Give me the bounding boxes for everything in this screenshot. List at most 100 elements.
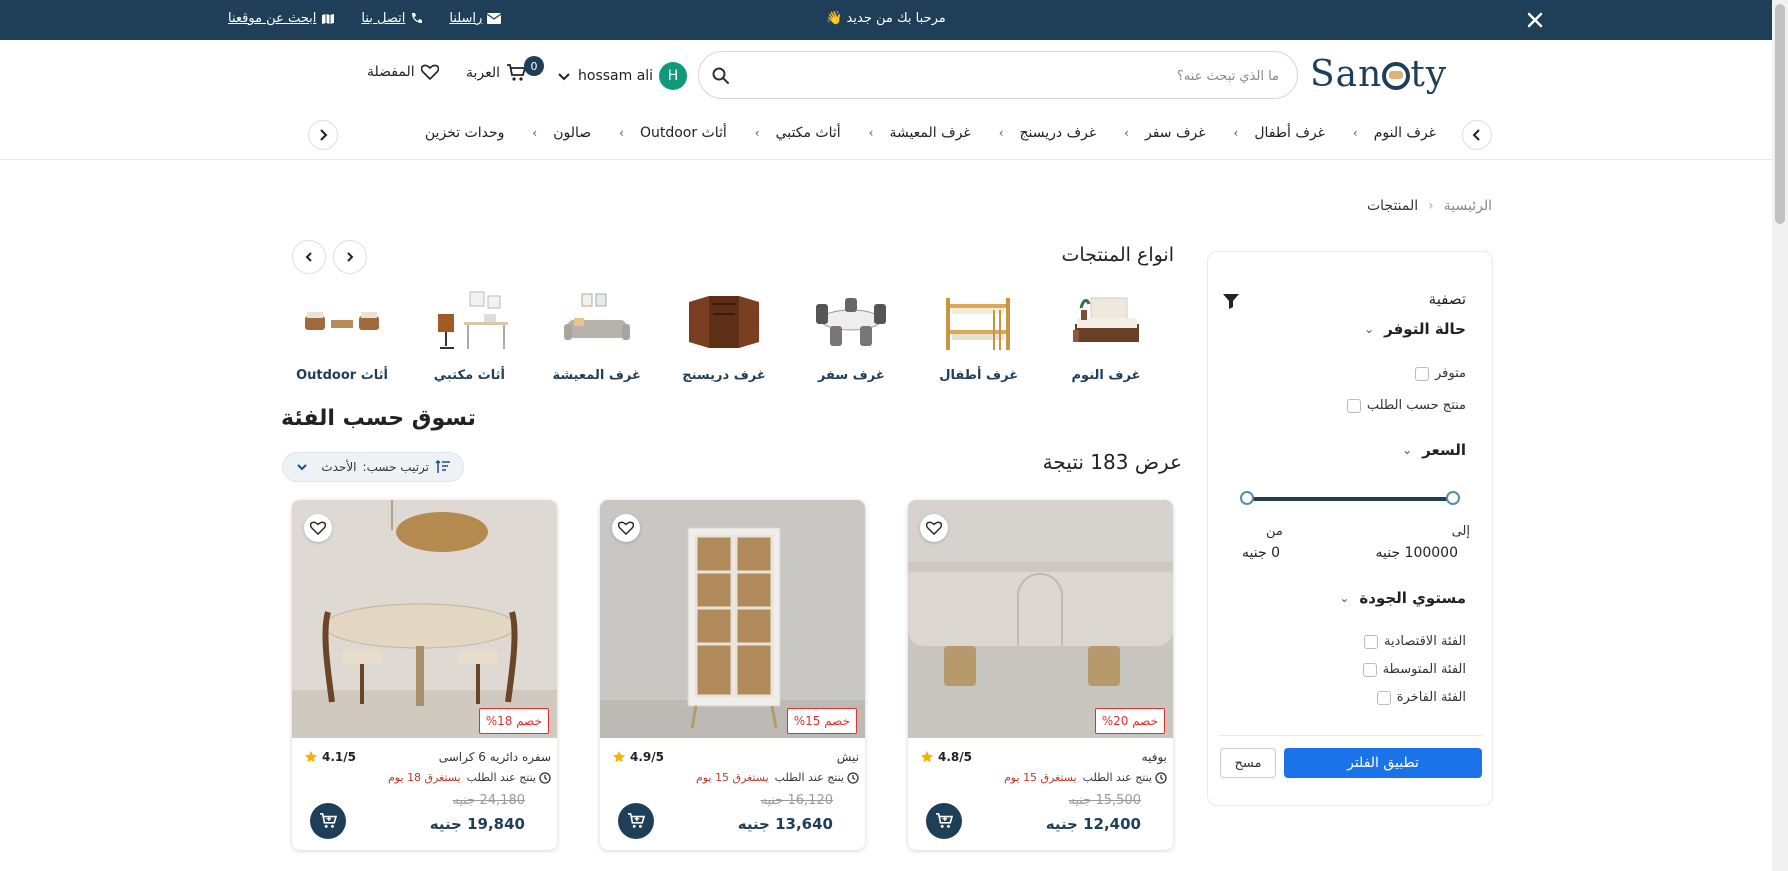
type-card-living[interactable]: غرف المعيشة — [535, 290, 659, 390]
add-to-favorites-button[interactable] — [612, 514, 640, 542]
product-name[interactable]: بوفيه — [1142, 750, 1167, 764]
discount-badge: خصم 15% — [786, 708, 857, 734]
checkbox[interactable] — [1415, 366, 1429, 381]
product-rating: 4.1/5 — [304, 750, 356, 764]
message-us-link[interactable]: راسلنا — [449, 11, 502, 26]
type-card-kids-rooms[interactable]: غرف أطفال — [917, 290, 1041, 390]
product-types-row: غرف النوم غرف أطفال غرف سفر غرف دريسنج غ… — [280, 290, 1168, 390]
product-rating: 4.9/5 — [612, 750, 664, 764]
quality-medium[interactable]: الفئة المتوسطة — [1362, 662, 1466, 677]
search-input[interactable] — [759, 64, 1279, 88]
product-image — [908, 500, 1173, 738]
product-card[interactable]: خصم 18% سفره دائريه 6 كراسى 4.1/5 ينتج ع… — [292, 500, 557, 850]
page-scrollbar[interactable] — [1772, 0, 1788, 871]
chevron-right-icon: › — [1352, 126, 1358, 140]
product-name[interactable]: نيش — [837, 750, 859, 764]
type-card-bedrooms[interactable]: غرف النوم — [1044, 290, 1168, 390]
production-info: ينتج عند الطلب يستغرق 15 يوم — [696, 771, 859, 784]
contact-us-link[interactable]: اتصل بنا — [361, 11, 423, 26]
cart-button[interactable]: العربة 0 — [466, 56, 544, 82]
star-icon — [612, 750, 626, 764]
find-location-link[interactable]: ابحث عن موقعنا — [228, 11, 335, 26]
type-card-dressing[interactable]: غرف دريسنج — [662, 290, 786, 390]
type-card-outdoor[interactable]: أثاث Outdoor — [280, 290, 404, 390]
add-to-cart-button[interactable] — [618, 803, 654, 839]
nav-item-outdoor[interactable]: أثاث Outdoor › — [619, 125, 727, 141]
nav-next-button[interactable] — [308, 120, 338, 150]
filter-icon — [1222, 292, 1240, 310]
price-section-toggle[interactable]: السعر ⌄ — [1402, 441, 1466, 459]
nav-item-bedrooms[interactable]: غرف النوم › — [1353, 125, 1436, 141]
price-range-slider[interactable] — [1240, 491, 1460, 505]
favorites-button[interactable]: المفضلة — [367, 64, 439, 80]
user-menu[interactable]: H hossam ali — [556, 62, 688, 90]
favorites-label: المفضلة — [367, 64, 415, 80]
site-logo[interactable]: San ty — [1310, 54, 1447, 95]
chevron-right-icon: › — [619, 126, 624, 140]
checkbox[interactable] — [1364, 634, 1379, 649]
scrollbar-thumb[interactable] — [1775, 4, 1785, 224]
checkbox[interactable] — [1362, 662, 1377, 677]
close-icon[interactable] — [1525, 10, 1545, 30]
old-price: 15,500 جنيه — [1068, 793, 1141, 808]
star-icon — [920, 750, 934, 764]
product-name[interactable]: سفره دائريه 6 كراسى — [439, 750, 551, 764]
breadcrumb-home[interactable]: الرئيسية — [1444, 198, 1492, 214]
quality-economy[interactable]: الفئة الاقتصادية — [1364, 634, 1466, 649]
product-card[interactable]: خصم 20% بوفيه 4.8/5 ينتج عند الطلب يستغر… — [908, 500, 1173, 850]
availability-made-to-order[interactable]: منتج حسب الطلب — [1346, 398, 1466, 413]
sort-value: الأحدث — [321, 460, 357, 474]
quality-section-toggle[interactable]: مستوي الجودة ⌄ — [1339, 589, 1466, 607]
add-to-cart-button[interactable] — [310, 803, 346, 839]
search-bar — [698, 51, 1298, 99]
search-icon[interactable] — [711, 66, 731, 86]
type-card-office[interactable]: أثاث مكتبي — [407, 290, 531, 390]
cart-plus-icon — [319, 813, 337, 829]
cart-count-badge: 0 — [524, 56, 544, 76]
nav-prev-button[interactable] — [1462, 120, 1492, 150]
shop-by-category-title: تسوق حسب الفئة — [281, 406, 476, 431]
nav-item-kids-rooms[interactable]: غرف أطفال › — [1234, 125, 1325, 141]
apply-filter-button[interactable]: تطبيق الفلتر — [1284, 748, 1482, 778]
nav-item-dining[interactable]: غرف سفر › — [1124, 125, 1205, 141]
product-card[interactable]: خصم 15% نيش 4.9/5 ينتج عند الطلب يستغرق … — [600, 500, 865, 850]
checkbox[interactable] — [1346, 398, 1361, 413]
nav-item-dressing[interactable]: غرف دريسنج › — [999, 125, 1096, 141]
nav-item-office[interactable]: أثاث مكتبي › — [755, 125, 841, 141]
star-icon — [304, 750, 318, 764]
availability-section-toggle[interactable]: حالة التوفر ⌄ — [1364, 320, 1466, 338]
announcement-bar: مرحبا بك من جديد 👋 ابحث عن موقعنا اتصل ب… — [0, 0, 1772, 40]
availability-in-stock[interactable]: متوفر — [1415, 366, 1466, 381]
kids-bed-image — [934, 290, 1024, 354]
types-next-button[interactable] — [292, 240, 326, 274]
sort-dropdown[interactable]: ترتيب حسب: الأحدث — [282, 452, 464, 482]
product-image — [600, 500, 865, 738]
chevron-down-icon — [556, 68, 572, 84]
add-to-favorites-button[interactable] — [304, 514, 332, 542]
heart-icon — [310, 521, 326, 535]
add-to-favorites-button[interactable] — [920, 514, 948, 542]
price-to-label: إلى — [1451, 524, 1470, 539]
nav-item-living[interactable]: غرف المعيشة › — [869, 125, 971, 141]
clock-icon — [1155, 771, 1167, 784]
checkbox[interactable] — [1376, 690, 1391, 705]
quality-luxury[interactable]: الفئة الفاخرة — [1376, 690, 1466, 705]
add-to-cart-button[interactable] — [926, 803, 962, 839]
clock-icon — [539, 771, 551, 784]
price-max-handle[interactable] — [1446, 491, 1460, 505]
clear-filter-button[interactable]: مسح — [1220, 748, 1276, 778]
nav-item-storage[interactable]: وحدات تخزين — [425, 125, 505, 141]
current-price: 19,840 جنيه — [429, 815, 525, 833]
discount-badge: خصم 18% — [478, 708, 549, 734]
discount-badge: خصم 20% — [1094, 708, 1165, 734]
type-card-dining[interactable]: غرف سفر — [789, 290, 913, 390]
sort-label: ترتيب حسب: — [362, 460, 429, 474]
chevron-right-icon: › — [1233, 126, 1239, 140]
outdoor-furniture-image — [297, 290, 387, 354]
breadcrumb-current: المنتجات — [1366, 198, 1419, 214]
current-price: 12,400 جنيه — [1045, 815, 1141, 833]
types-prev-button[interactable] — [333, 240, 367, 274]
heart-icon — [618, 521, 634, 535]
nav-item-salon[interactable]: صالون › — [532, 125, 591, 141]
price-min-handle[interactable] — [1240, 491, 1254, 505]
